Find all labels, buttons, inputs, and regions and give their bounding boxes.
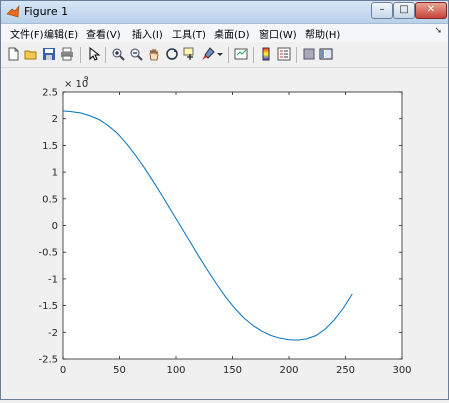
y-tick-label: 2.5 [42, 88, 58, 99]
menu-file[interactable]: 文件(F) [10, 26, 44, 41]
toolbar-separator [105, 47, 106, 63]
x-tick-label: 200 [279, 365, 298, 376]
toolbar-separator [253, 47, 254, 63]
maximize-button[interactable]: □ [393, 2, 415, 19]
zoom-in-icon[interactable] [111, 47, 125, 61]
rotate-3d-icon[interactable] [165, 47, 179, 61]
menu-desktop[interactable]: 桌面(D) [214, 26, 250, 41]
y-tick-label: 0 [52, 221, 58, 232]
pan-hand-icon[interactable] [147, 47, 161, 61]
y-tick-label: -2.5 [38, 355, 58, 366]
y-tick-label: -1 [48, 274, 58, 285]
show-plot-tools-icon[interactable] [319, 47, 333, 61]
brush-icon[interactable] [201, 47, 215, 61]
y-tick-label: 1.5 [42, 141, 58, 152]
link-plot-icon[interactable] [234, 47, 248, 61]
menu-edit[interactable]: 编辑(E) [44, 26, 78, 41]
toolbar-separator [80, 47, 81, 63]
open-file-icon[interactable] [24, 47, 38, 61]
y-exponent-power: 9 [84, 75, 88, 83]
x-tick-label: 300 [392, 365, 411, 376]
y-tick-label: 1 [52, 168, 58, 179]
hide-plot-tools-icon[interactable] [302, 47, 316, 61]
figure-window: Figure 1 – □ ✕ 文件(F) 编辑(E) 查看(V) 插入(I) 工… [0, 0, 449, 400]
toolbar-separator [228, 47, 229, 63]
x-tick-label: 50 [113, 365, 126, 376]
data-cursor-icon[interactable] [183, 47, 197, 61]
axes-box [62, 91, 403, 360]
toolbar-separator [296, 47, 297, 63]
x-tick-label: 0 [60, 365, 66, 376]
insert-colorbar-icon[interactable] [259, 47, 273, 61]
menu-tools[interactable]: 工具(T) [172, 26, 206, 41]
y-tick-label: 2 [52, 114, 58, 125]
figure-canvas: × 10 9 0 50 100 150 200 250 300 2.5 2 1.5 1 0.5 0 -0.… [1, 68, 448, 399]
menu-help[interactable]: 帮助(H) [305, 26, 340, 41]
figure-toolbar [1, 43, 448, 68]
minimize-button[interactable]: – [371, 2, 393, 19]
y-tick-label: 0.5 [42, 194, 58, 205]
menu-view[interactable]: 查看(V) [86, 26, 121, 41]
y-tick-label: -1.5 [38, 301, 58, 312]
save-icon[interactable] [42, 47, 56, 61]
menu-insert[interactable]: 插入(I) [132, 26, 163, 41]
matlab-logo-icon [6, 5, 20, 18]
menu-bar: 文件(F) 编辑(E) 查看(V) 插入(I) 工具(T) 桌面(D) 窗口(W… [1, 24, 448, 42]
y-tick-label: -2 [48, 328, 58, 339]
menu-window[interactable]: 窗口(W) [259, 26, 297, 41]
edit-plot-arrow-icon[interactable] [87, 47, 101, 61]
title-bar: Figure 1 – □ ✕ [1, 1, 448, 24]
brush-dropdown-icon[interactable] [216, 47, 224, 61]
line-plot[interactable]: × 10 9 0 50 100 150 200 250 3002.521.510.50-0.… [1, 68, 448, 399]
zoom-out-icon[interactable] [129, 47, 143, 61]
window-title: Figure 1 [24, 5, 69, 18]
y-tick-label: -0.5 [38, 248, 58, 259]
close-button[interactable]: ✕ [415, 2, 447, 19]
x-tick-label: 150 [223, 365, 242, 376]
insert-legend-icon[interactable] [277, 47, 291, 61]
print-icon[interactable] [60, 47, 74, 61]
menu-overflow-arrow[interactable]: ➘ [434, 26, 442, 36]
new-figure-icon[interactable] [6, 47, 20, 61]
x-tick-label: 100 [166, 365, 185, 376]
x-tick-label: 250 [336, 365, 355, 376]
